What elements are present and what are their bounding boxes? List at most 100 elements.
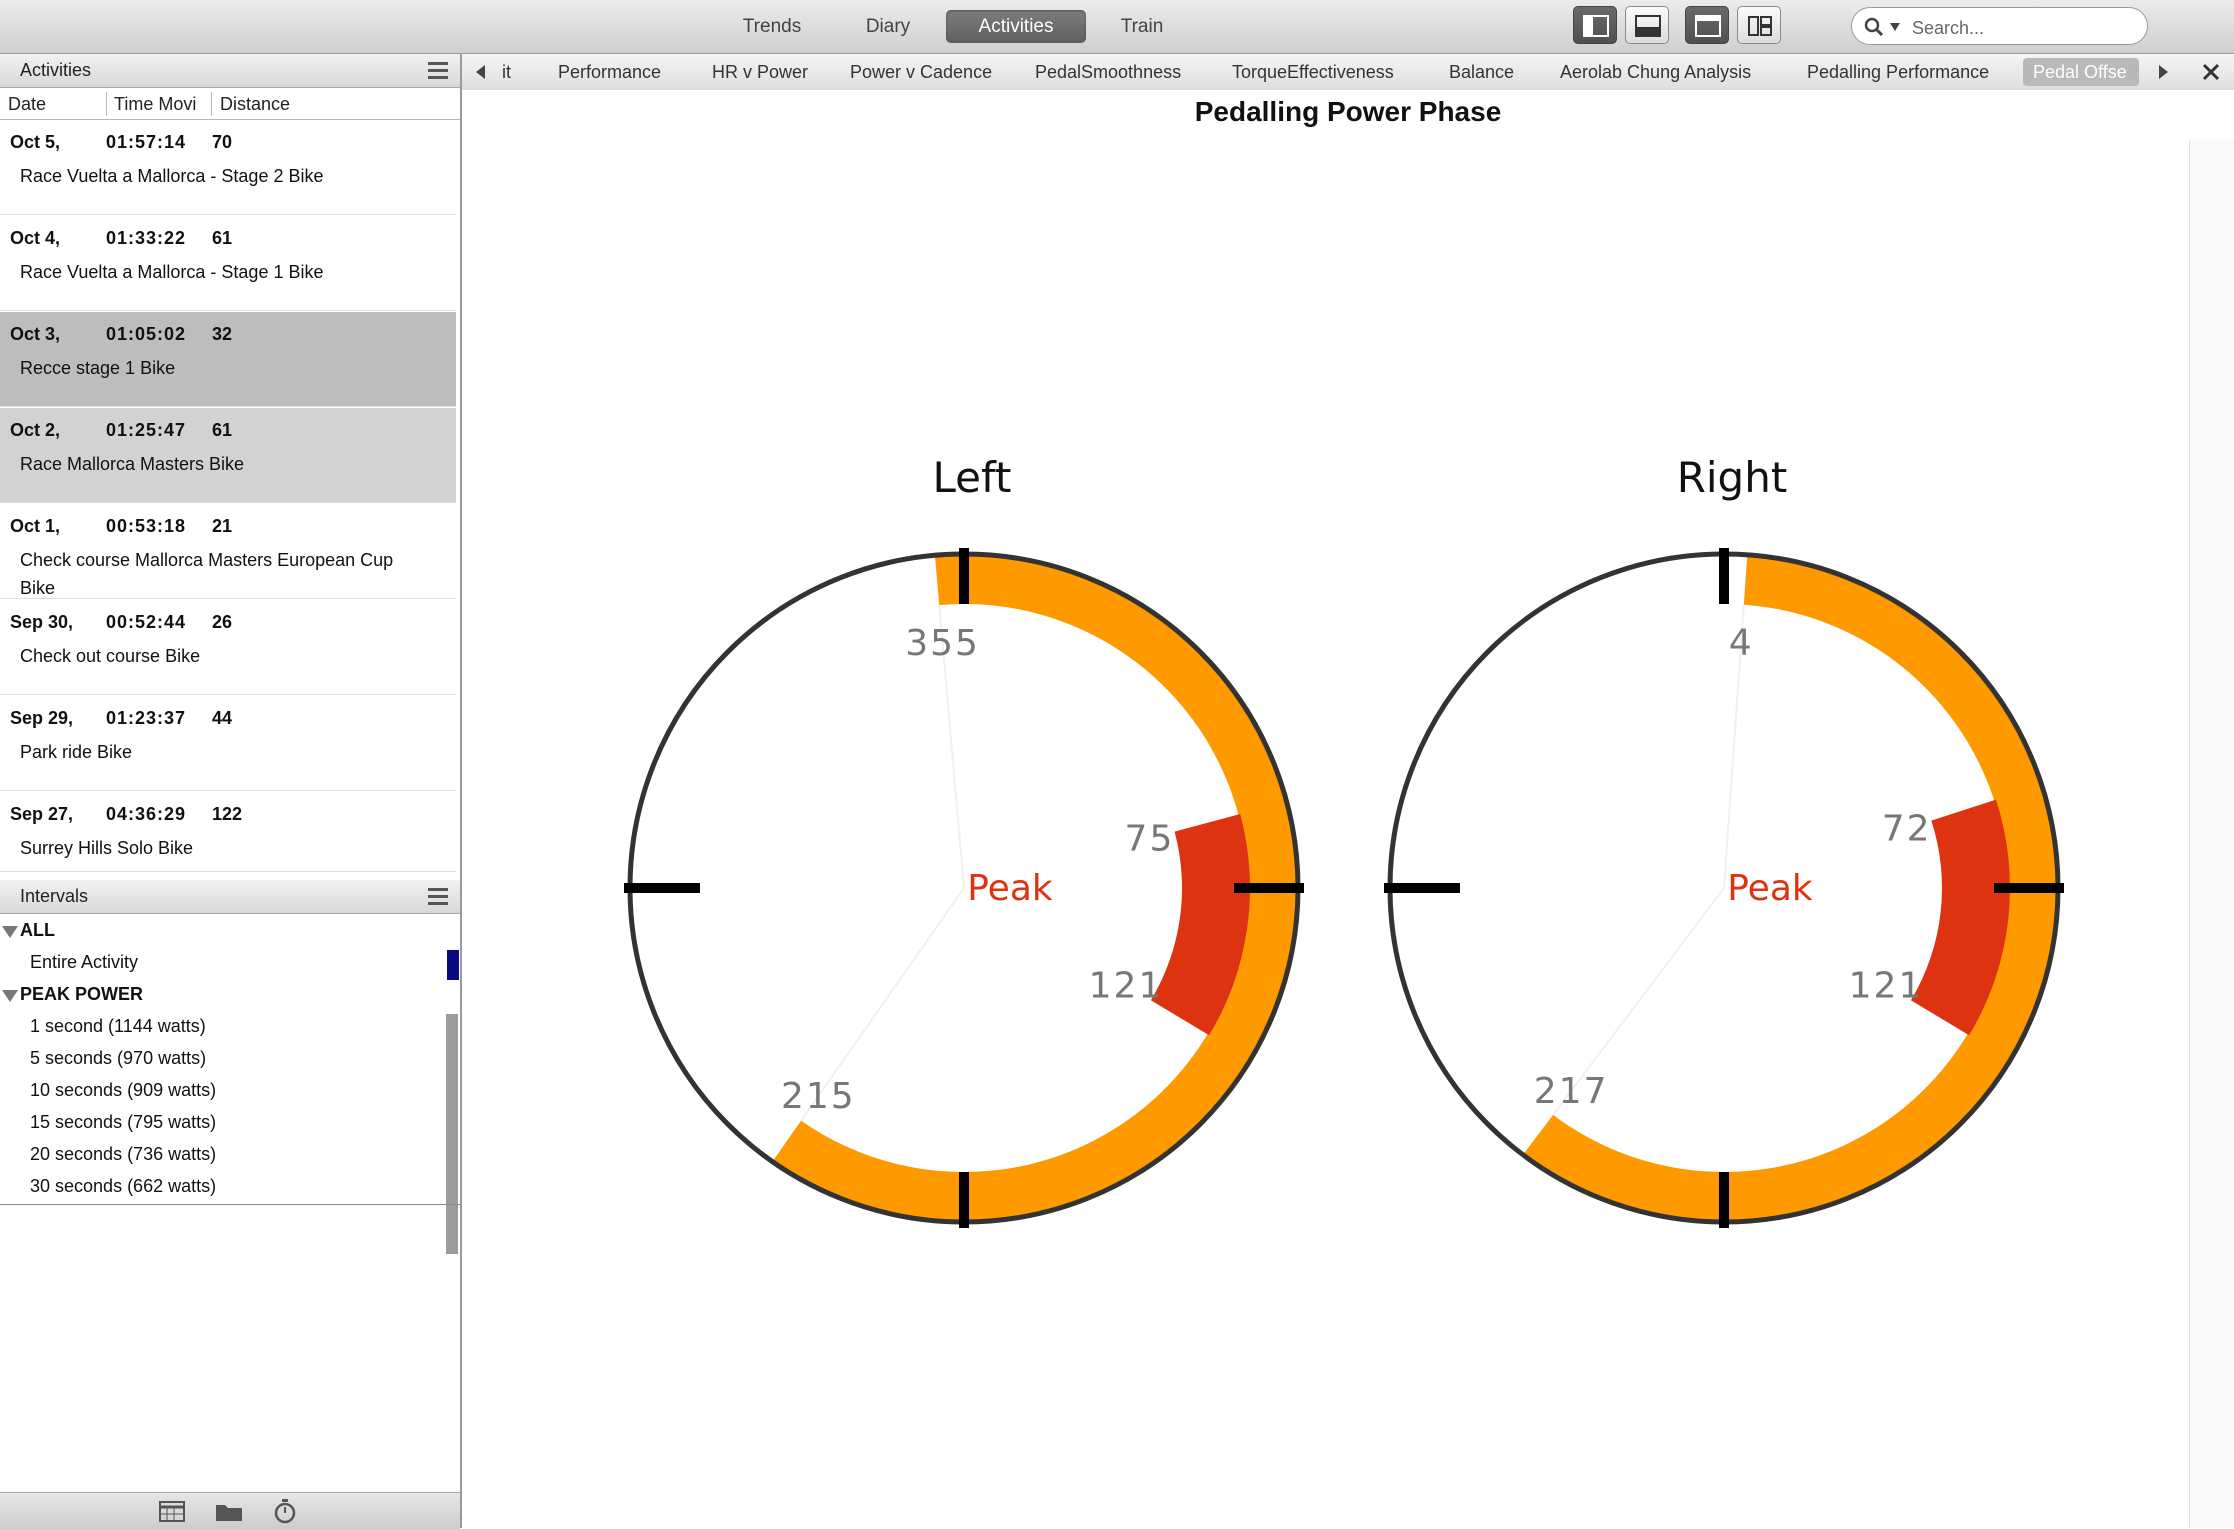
activity-distance: 32 xyxy=(212,324,233,344)
folder-icon[interactable] xyxy=(214,1499,244,1523)
interval-item[interactable]: 15 seconds (795 watts) xyxy=(30,1112,216,1133)
tab-activities[interactable]: Activities xyxy=(946,10,1086,43)
activity-time: 04:36:29 xyxy=(106,804,187,824)
dial-right: Right 4 217 72 121 Peak xyxy=(1384,453,2064,1228)
dial-title: Right xyxy=(1677,453,1788,502)
activity-name: Check out course Bike xyxy=(20,646,201,666)
interval-item[interactable]: 30 seconds (662 watts) xyxy=(30,1176,216,1197)
activity-name: Park ride Bike xyxy=(20,742,133,762)
chart-tab[interactable]: Balance xyxy=(1449,58,1514,86)
activity-distance: 61 xyxy=(212,228,233,248)
toggle-bottom-panel-button[interactable] xyxy=(1625,6,1669,44)
tab-diary[interactable]: Diary xyxy=(838,10,938,43)
interval-item[interactable]: 5 seconds (970 watts) xyxy=(30,1048,206,1069)
activities-panel-title: Activities xyxy=(20,60,92,80)
activity-row[interactable]: Sep 27, 04:36:29 122 Surrey Hills Solo B… xyxy=(0,792,456,872)
bottom-panel-icon xyxy=(1635,15,1661,37)
intervals-scrollbar[interactable] xyxy=(446,1014,458,1254)
expand-triangle-icon[interactable] xyxy=(2,926,18,938)
interval-item[interactable]: Entire Activity xyxy=(30,952,138,973)
activity-row[interactable]: Oct 5, 01:57:14 70 Race Vuelta a Mallorc… xyxy=(0,120,456,215)
peak-label: Peak xyxy=(1727,868,1813,909)
interval-group-peak-power[interactable]: PEAK POWER xyxy=(20,984,143,1005)
activities-column-header: Date Time Movi Distance xyxy=(0,88,460,120)
column-date[interactable]: Date xyxy=(8,94,103,115)
scroll-left-icon[interactable] xyxy=(474,64,486,80)
tab-train[interactable]: Train xyxy=(1092,10,1192,43)
sidebar: Activities Date Time Movi Distance Oct 5… xyxy=(0,54,462,1529)
chart-tab-active[interactable]: Pedal Offse xyxy=(2023,58,2139,86)
angle-label: 75 xyxy=(1125,818,1175,859)
expand-triangle-icon[interactable] xyxy=(2,990,18,1002)
activity-row[interactable]: Sep 30, 00:52:44 26 Check out course Bik… xyxy=(0,600,456,695)
activity-distance: 70 xyxy=(212,132,233,152)
activity-name: Race Mallorca Masters Bike xyxy=(20,454,245,474)
intervals-panel-header: Intervals xyxy=(0,880,460,914)
sidebar-bottom-bar xyxy=(0,1492,460,1529)
activities-panel-header: Activities xyxy=(0,54,460,88)
activity-time: 01:23:37 xyxy=(106,708,187,728)
activity-time: 01:05:02 xyxy=(106,324,187,344)
intervals-menu-icon[interactable] xyxy=(428,888,448,906)
tabbed-view-button[interactable] xyxy=(1685,6,1729,44)
angle-label: 355 xyxy=(905,623,980,664)
top-toolbar: Trends Diary Activities Train xyxy=(0,0,2234,54)
interval-color-marker xyxy=(447,950,459,980)
activities-menu-icon[interactable] xyxy=(428,62,448,80)
chart-tab[interactable]: Pedalling Performance xyxy=(1807,58,1989,86)
toggle-sidebar-button[interactable] xyxy=(1573,6,1617,44)
activity-time: 01:25:47 xyxy=(106,420,187,440)
column-time-moving[interactable]: Time Movi xyxy=(114,94,206,115)
activity-row[interactable]: Sep 29, 01:23:37 44 Park ride Bike xyxy=(0,696,456,791)
chart-tab[interactable]: TorqueEffectiveness xyxy=(1232,58,1394,86)
activity-name: Recce stage 1 Bike xyxy=(20,358,176,378)
activity-row[interactable]: Oct 3, 01:05:02 32 Recce stage 1 Bike xyxy=(0,312,456,407)
tab-trends[interactable]: Trends xyxy=(722,10,822,43)
chart-scrollbar[interactable] xyxy=(2189,140,2234,1528)
activity-date: Sep 30, xyxy=(10,612,74,632)
angle-label: 215 xyxy=(781,1076,856,1117)
angle-label: 72 xyxy=(1882,809,1932,850)
chart-tab[interactable]: it xyxy=(502,58,511,86)
sidebar-layout-icon xyxy=(1583,15,1609,37)
chart-tab[interactable]: HR v Power xyxy=(712,58,808,86)
search-icon xyxy=(1864,17,1900,37)
activity-distance: 21 xyxy=(212,516,233,536)
interval-item[interactable]: 1 second (1144 watts) xyxy=(30,1016,206,1037)
activity-date: Oct 5, xyxy=(10,132,61,152)
calendar-icon[interactable] xyxy=(158,1499,186,1523)
interval-item[interactable]: 10 seconds (909 watts) xyxy=(30,1080,216,1101)
activity-row[interactable]: Oct 1, 00:53:18 21 Check course Mallorca… xyxy=(0,504,456,599)
activity-row[interactable]: Oct 2, 01:25:47 61 Race Mallorca Masters… xyxy=(0,408,456,503)
search-box[interactable] xyxy=(1851,7,2148,45)
chart-panel: Pedalling Power Phase Left 355 215 75 121 Pea… xyxy=(462,90,2234,1528)
intervals-panel-title: Intervals xyxy=(20,886,89,906)
activity-distance: 26 xyxy=(212,612,233,632)
pedal-phase-dials: Left 355 215 75 121 Peak Right 4 217 72 121 Peak xyxy=(624,453,2064,1228)
tiled-view-button[interactable] xyxy=(1737,6,1781,44)
column-distance[interactable]: Distance xyxy=(220,94,340,115)
interval-group-all[interactable]: ALL xyxy=(20,920,55,941)
scroll-right-icon[interactable] xyxy=(2158,64,2170,80)
activity-date: Sep 27, xyxy=(10,804,74,824)
activity-time: 00:52:44 xyxy=(106,612,187,632)
activity-distance: 122 xyxy=(212,804,243,824)
dial-left: Left 355 215 75 121 Peak xyxy=(624,453,1304,1228)
activity-date: Oct 3, xyxy=(10,324,61,344)
tiled-view-icon xyxy=(1748,16,1772,36)
activity-time: 00:53:18 xyxy=(106,516,187,536)
activity-date: Oct 2, xyxy=(10,420,61,440)
angle-label: 121 xyxy=(1089,965,1164,1006)
activity-name: Check course Mallorca Masters European C… xyxy=(20,550,394,598)
activity-row[interactable]: Oct 4, 01:33:22 61 Race Vuelta a Mallorc… xyxy=(0,216,456,311)
activity-distance: 44 xyxy=(212,708,233,728)
single-view-icon xyxy=(1695,15,1721,37)
search-input[interactable] xyxy=(1910,15,2134,41)
interval-item[interactable]: 20 seconds (736 watts) xyxy=(30,1144,216,1165)
chart-tab[interactable]: Performance xyxy=(558,58,661,86)
chart-tab[interactable]: Power v Cadence xyxy=(850,58,992,86)
close-tab-icon[interactable] xyxy=(2201,62,2221,82)
chart-tab[interactable]: Aerolab Chung Analysis xyxy=(1560,58,1751,86)
stopwatch-icon[interactable] xyxy=(272,1497,298,1525)
chart-tab[interactable]: PedalSmoothness xyxy=(1035,58,1181,86)
